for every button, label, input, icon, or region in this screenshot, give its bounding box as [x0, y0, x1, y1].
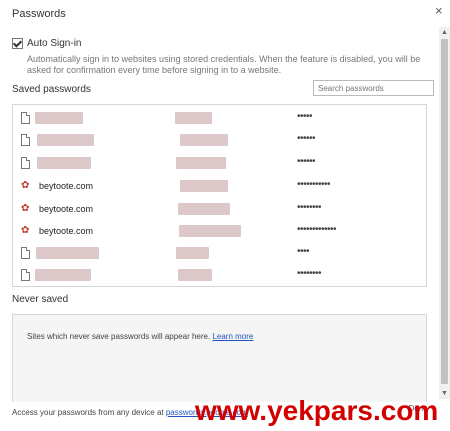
scroll-down-icon[interactable]: ▼	[440, 389, 449, 398]
password-row[interactable]: ••••••••	[13, 264, 426, 286]
file-icon	[21, 269, 31, 281]
redacted-username	[180, 134, 228, 146]
never-saved-list: Sites which never save passwords will ap…	[12, 314, 427, 402]
redacted-site	[35, 112, 83, 124]
site-favicon-icon: ✿	[21, 225, 30, 236]
row-site: beytoote.com	[39, 204, 94, 214]
password-row[interactable]: ••••••	[13, 152, 426, 174]
row-password: ••••••••	[297, 268, 322, 279]
password-row[interactable]: ✿ beytoote.com •••••••••••	[13, 175, 426, 197]
row-password: ••••••	[297, 156, 316, 167]
never-saved-empty-text: Sites which never save passwords will ap…	[27, 332, 253, 341]
dialog-footer: Access your passwords from any device at…	[12, 408, 248, 417]
search-passwords-input[interactable]	[313, 80, 434, 96]
file-icon	[21, 112, 31, 124]
row-password: ••••••	[297, 133, 316, 144]
never-saved-heading: Never saved	[12, 294, 69, 305]
redacted-username	[175, 112, 212, 124]
redacted-username	[179, 225, 241, 237]
password-row[interactable]: ✿ beytoote.com •••••••••••••	[13, 220, 426, 242]
dialog-title: Passwords	[12, 8, 66, 20]
password-row[interactable]: •••••	[13, 107, 426, 129]
dialog-content: Auto Sign-in Automatically sign in to we…	[0, 27, 438, 402]
file-icon	[21, 247, 31, 259]
password-row[interactable]: ••••	[13, 242, 426, 264]
password-row[interactable]: ••••••	[13, 129, 426, 151]
vertical-scrollbar[interactable]: ▲ ▼	[439, 27, 450, 399]
close-icon[interactable]: ×	[435, 3, 443, 18]
redacted-username	[176, 247, 209, 259]
passwords-google-link[interactable]: passwords.google.com	[166, 408, 248, 417]
saved-passwords-list: ••••• •••••• •••••• ✿ beytoote.com •••••…	[12, 104, 427, 287]
redacted-username	[178, 269, 212, 281]
row-password: •••••••••••••	[297, 224, 337, 235]
redacted-site	[36, 247, 99, 259]
auto-signin-checkbox[interactable]	[12, 38, 23, 49]
file-icon	[21, 134, 31, 146]
redacted-site	[37, 157, 91, 169]
footer-text: Access your passwords from any device at	[12, 408, 164, 417]
redacted-site	[35, 269, 91, 281]
auto-signin-label: Auto Sign-in	[27, 38, 82, 49]
row-password: ••••	[297, 246, 310, 257]
redacted-site	[37, 134, 94, 146]
scrollbar-thumb[interactable]	[441, 39, 448, 384]
saved-passwords-heading: Saved passwords	[12, 84, 91, 95]
never-saved-message: Sites which never save passwords will ap…	[27, 332, 211, 341]
site-favicon-icon: ✿	[21, 180, 30, 191]
done-button[interactable]: Done	[406, 404, 430, 416]
row-password: •••••	[297, 111, 313, 122]
auto-signin-description: Automatically sign in to websites using …	[27, 54, 421, 75]
learn-more-link[interactable]: Learn more	[212, 332, 253, 341]
scroll-up-icon[interactable]: ▲	[440, 28, 449, 37]
redacted-username	[176, 157, 226, 169]
redacted-username	[178, 203, 230, 215]
password-row[interactable]: ✿ beytoote.com ••••••••	[13, 198, 426, 220]
file-icon	[21, 157, 31, 169]
passwords-dialog: Passwords × Auto Sign-in Automatically s…	[0, 0, 450, 431]
row-site: beytoote.com	[39, 181, 94, 191]
row-password: ••••••••	[297, 202, 322, 213]
redacted-username	[180, 180, 228, 192]
site-favicon-icon: ✿	[21, 203, 30, 214]
row-password: •••••••••••	[297, 179, 331, 190]
auto-signin-row[interactable]: Auto Sign-in	[12, 38, 81, 49]
row-site: beytoote.com	[39, 226, 94, 236]
